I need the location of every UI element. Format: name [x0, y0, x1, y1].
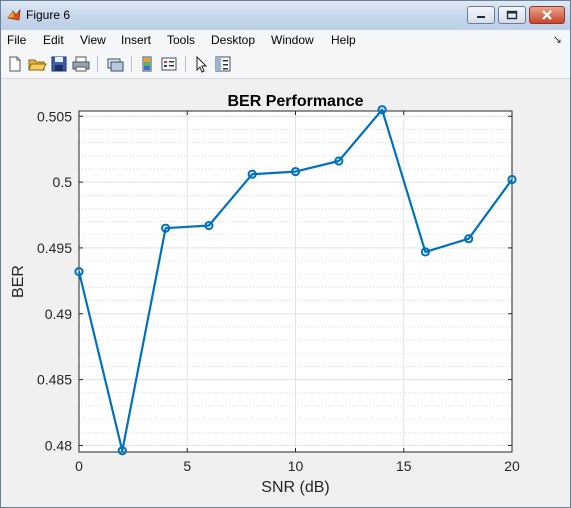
y-tick-label: 0.505 [37, 108, 72, 124]
figure-canvas: 0 5 10 15 20 0.48 0.485 0.49 0.495 0.5 0.505 BER Pe… [7, 81, 564, 501]
matlab-icon [7, 8, 21, 21]
colorbar-icon[interactable] [137, 54, 157, 74]
window-title: Figure 6 [26, 8, 71, 22]
menu-bar: File Edit View Insert Tools Desktop Wind… [1, 30, 570, 50]
close-button[interactable] [529, 6, 565, 24]
chart-title: BER Performance [227, 93, 363, 110]
x-tick-label: 0 [75, 458, 83, 474]
minimize-button[interactable] [467, 6, 495, 24]
menu-tools[interactable]: Tools [167, 33, 195, 47]
toolbar [1, 50, 570, 79]
menu-edit[interactable]: Edit [43, 33, 64, 47]
menu-insert[interactable]: Insert [121, 33, 151, 47]
legend-icon[interactable] [159, 54, 179, 74]
menu-file[interactable]: File [7, 33, 26, 47]
maximize-icon [506, 10, 518, 20]
property-editor-icon[interactable] [213, 54, 233, 74]
ber-plot: 0 5 10 15 20 0.48 0.485 0.49 0.495 0.5 0.505 BER Pe… [10, 93, 520, 496]
x-tick-label: 10 [288, 458, 304, 474]
y-tick-label: 0.495 [37, 240, 72, 256]
link-plot-icon[interactable] [105, 54, 125, 74]
x-tick-label: 20 [504, 458, 520, 474]
x-axis-label: SNR (dB) [261, 479, 329, 496]
maximize-button[interactable] [498, 6, 526, 24]
toolbar-separator [97, 56, 98, 72]
x-tick-label: 5 [183, 458, 191, 474]
close-icon [542, 10, 552, 20]
y-tick-label: 0.485 [37, 372, 72, 388]
y-tick-label: 0.49 [45, 306, 72, 322]
new-figure-icon[interactable] [5, 54, 25, 74]
minimize-icon [477, 16, 485, 18]
menu-desktop[interactable]: Desktop [211, 33, 255, 47]
y-axis-label: BER [10, 265, 27, 298]
menu-help[interactable]: Help [331, 33, 356, 47]
menu-overflow-icon[interactable]: ↘ [553, 33, 562, 46]
title-bar[interactable]: Figure 6 [1, 1, 570, 30]
y-tick-label: 0.5 [53, 174, 73, 190]
open-folder-icon[interactable] [27, 54, 47, 74]
x-tick-label: 15 [396, 458, 412, 474]
print-icon[interactable] [71, 54, 91, 74]
y-tick-label: 0.48 [45, 437, 72, 453]
toolbar-separator [131, 56, 132, 72]
figure-window: Figure 6 File Edit View Insert Tools Des… [0, 0, 571, 508]
menu-view[interactable]: View [80, 33, 106, 47]
save-icon[interactable] [49, 54, 69, 74]
pointer-icon[interactable] [191, 54, 211, 74]
toolbar-separator [185, 56, 186, 72]
menu-window[interactable]: Window [271, 33, 314, 47]
